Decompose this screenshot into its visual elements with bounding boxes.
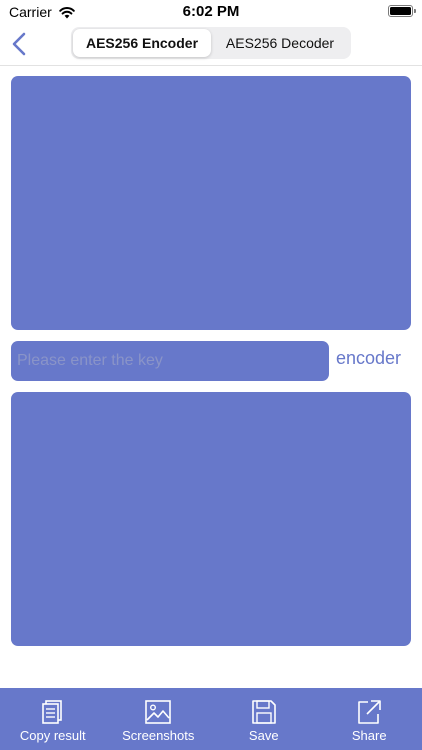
screenshots-label: Screenshots — [122, 728, 195, 743]
copy-result-label: Copy result — [19, 728, 86, 743]
result-output-area[interactable] — [11, 392, 411, 646]
nav-bar: AES256 Encoder AES256 Decoder — [0, 24, 422, 66]
save-button[interactable]: Save — [211, 688, 317, 750]
share-label: Share — [351, 728, 387, 743]
mode-segmented-control: AES256 Encoder AES256 Decoder — [71, 27, 351, 59]
plaintext-input-area[interactable] — [11, 76, 411, 330]
save-label: Save — [248, 728, 279, 743]
segment-aes256-decoder[interactable]: AES256 Decoder — [211, 29, 349, 57]
battery-icon — [388, 5, 416, 17]
image-icon — [145, 700, 172, 724]
copy-icon — [41, 700, 62, 724]
save-icon — [251, 700, 276, 724]
share-button[interactable]: Share — [317, 688, 422, 750]
bottom-toolbar: Copy result Screenshots Save Share — [0, 688, 422, 750]
share-icon — [358, 700, 382, 724]
key-input[interactable] — [11, 341, 329, 381]
encoder-button[interactable]: encoder — [336, 348, 401, 369]
segment-aes256-encoder[interactable]: AES256 Encoder — [73, 29, 211, 57]
copy-result-button[interactable]: Copy result — [0, 688, 106, 750]
screenshots-button[interactable]: Screenshots — [106, 688, 212, 750]
status-time: 6:02 PM — [182, 3, 240, 20]
back-chevron-icon[interactable] — [8, 30, 32, 58]
status-bar: Carrier 6:02 PM — [0, 0, 422, 24]
